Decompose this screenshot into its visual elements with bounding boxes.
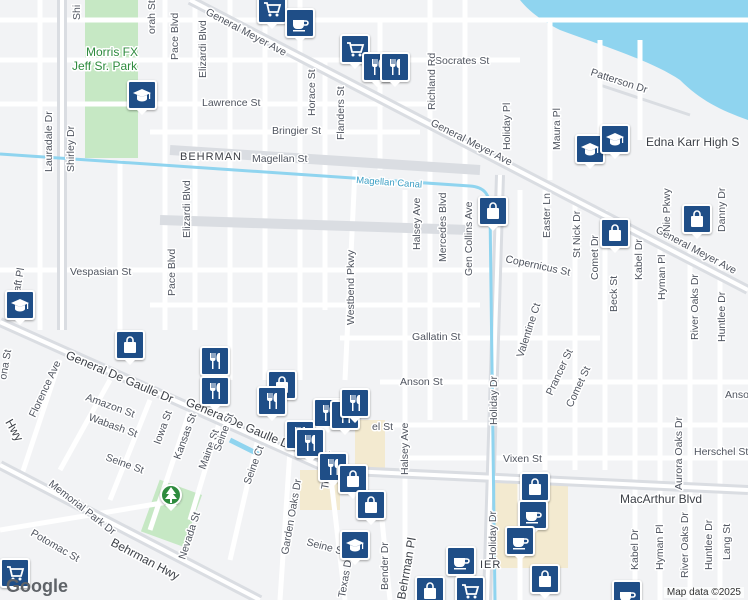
street-label: Danny Dr [716,187,728,232]
street-label: Anson St [400,376,443,388]
street-label: Westbend Pkwy [345,249,357,325]
street-label: Iowa St [152,409,175,446]
street-label: Lawrence St [202,97,260,109]
shopping-marker[interactable] [530,564,560,599]
cafe-marker[interactable] [612,580,642,600]
street-label: Huntlee Dr [716,291,728,342]
google-logo: Google [6,576,68,596]
park-label: Morris FX Jeff Sr. Park [72,45,138,73]
street-label: River Oaks Dr [679,512,691,578]
street-label: Anso [725,389,748,401]
street-label: River Oaks Dr [689,274,701,340]
shopping-marker[interactable] [520,472,550,507]
street-label: Hwy [2,417,26,444]
street-label: Beck St [608,276,620,312]
canal-label: Magellan Canal [356,175,423,191]
shopping-marker[interactable] [356,490,386,525]
map-canvas[interactable]: General Meyer Ave General Meyer Ave Gene… [0,0,748,600]
shopping-marker[interactable] [682,204,712,239]
street-label: Kansas St [172,412,200,461]
street-label: Pace Blvd [166,249,178,296]
street-label: Easter Ln [541,193,553,238]
street-label: el St [372,421,393,433]
food-marker[interactable] [380,52,410,87]
cafe-marker[interactable] [505,526,535,561]
street-label: Flanders St [335,86,347,140]
park-label-line: Morris FX [86,45,138,59]
street-label: Magellan St [252,153,308,165]
school-marker[interactable] [5,290,35,325]
street-label: Hyman Pl [654,524,666,570]
shopping-marker[interactable] [478,196,508,231]
school-marker[interactable] [127,80,157,115]
street-label: Lauradale Dr [43,111,55,172]
street-label: Kabel Dr [629,529,641,570]
street-label: Kabel Dr [633,239,645,280]
street-label: Huntlee Dr [703,519,715,570]
street-label: Vixen St [503,453,542,465]
street-label: Seine St [104,452,145,477]
street-label: Gallatin St [412,331,461,343]
school-marker[interactable] [600,124,630,159]
street-label: IER [480,559,501,571]
street-label: Socrates St [435,55,489,67]
street-label: Vespasian St [70,266,131,278]
street-label: Pace Blvd [169,13,181,60]
school-marker[interactable] [340,530,370,565]
park-label-line: Jeff Sr. Park [72,59,138,73]
cafe-marker[interactable] [446,546,476,581]
street-label: ona St [0,348,14,380]
park-area [85,0,138,158]
street-label: St Nick Dr [571,210,583,258]
street-label: Holiday Dr [488,375,500,425]
street-label: Hyman Pl [656,254,668,300]
street-label: Memorial Park Dr [46,478,118,538]
street-label: Maura Pl [551,108,563,150]
street-label: Copernicus St [504,253,571,278]
cafe-marker[interactable] [285,8,315,43]
street-label: Elizardi Blvd [181,180,193,238]
street-label: Holiday Pl [501,103,513,150]
street-label: Comet St [564,364,593,409]
street-label: Lang St [721,524,733,560]
street-label: Garden Oaks Dr [279,478,304,556]
street-label: Potomac St [29,527,82,565]
street-label: Richland Rd [426,53,438,110]
food-marker[interactable] [340,388,370,423]
street-label: Herschel St [694,446,748,458]
street-label: BEHRMAN [180,151,242,163]
street-label: Bringier St [272,125,321,137]
street-label: Gen Collins Ave [463,201,475,276]
street-label: Halsey Ave [411,198,423,250]
shopping-marker[interactable] [115,330,145,365]
street-label: Mercedes Blvd [437,192,449,262]
food-marker[interactable] [257,386,287,421]
shopping-marker[interactable] [600,218,630,253]
street-label: Bender Dr [379,542,391,590]
street-label: Horace St [306,69,318,116]
street-label: Holiday Dr [487,510,499,560]
street-label: Elizardi Blvd [197,20,209,78]
food-marker[interactable] [200,346,230,381]
street-label: Shi [71,5,83,20]
school-label: Edna Karr High S [646,135,739,149]
street-label: Nie Pkwy [661,187,673,232]
street-label: MacArthur Blvd [620,492,702,506]
street-label: Halsey Ave [399,423,411,475]
shopping-marker[interactable] [415,576,445,600]
street-label: Aurora Oaks Dr [673,417,685,490]
park-marker[interactable] [160,484,182,511]
map-attribution[interactable]: Map data ©2025 [663,587,744,598]
shop-marker[interactable] [455,576,485,600]
food-marker[interactable] [200,376,230,411]
shop-marker[interactable] [257,0,287,29]
street-label: Shirley Dr [65,125,77,172]
street-label: orah St [146,0,158,34]
